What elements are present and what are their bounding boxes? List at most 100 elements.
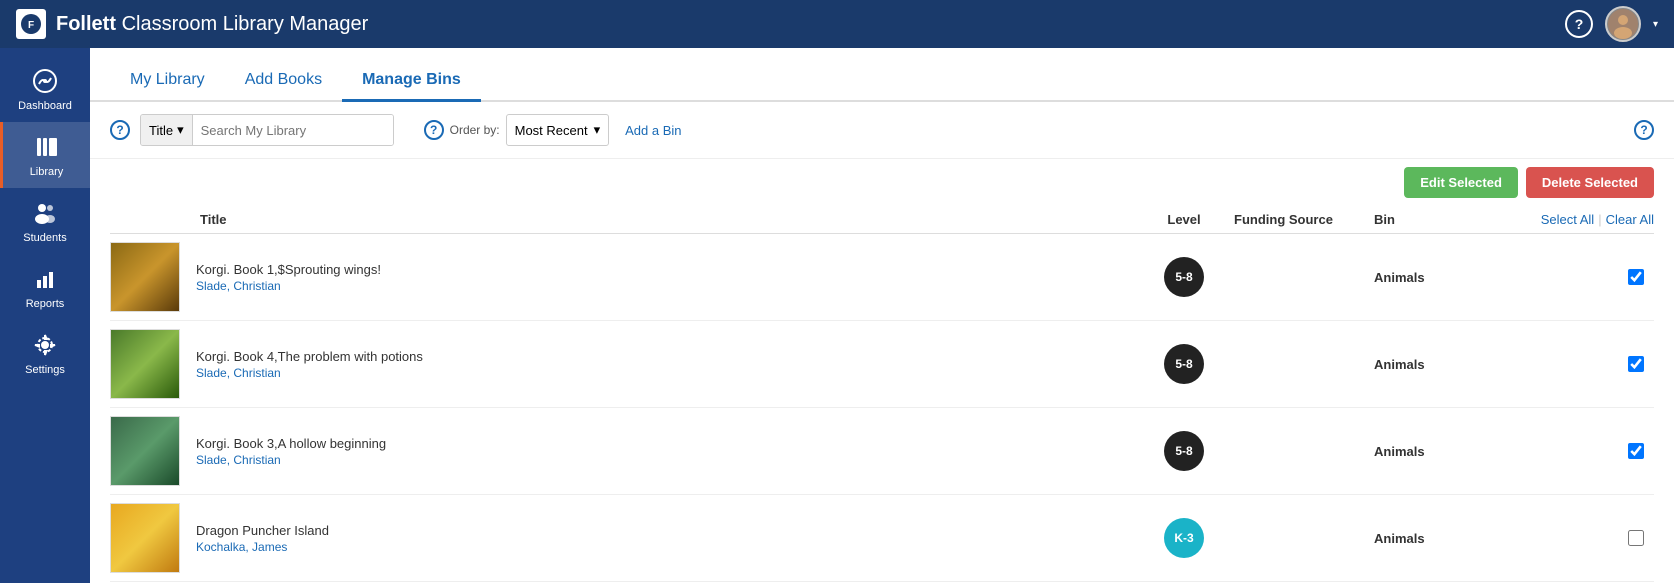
sidebar-label-dashboard: Dashboard <box>18 100 72 112</box>
level-badge-2: 5-8 <box>1164 344 1204 384</box>
book-bin-1: Animals <box>1374 270 1494 285</box>
book-info-4: Dragon Puncher Island Kochalka, James <box>196 523 1134 554</box>
book-checkbox-4[interactable] <box>1628 530 1644 546</box>
book-level-cell-2: 5-8 <box>1134 344 1234 384</box>
actions-bar: Edit Selected Delete Selected <box>90 159 1674 206</box>
header-right: ? ▾ <box>1565 6 1658 42</box>
sidebar-item-students[interactable]: Students <box>0 188 90 254</box>
content-area: My Library Add Books Manage Bins ? Title… <box>90 48 1674 583</box>
book-level-cell-4: K-3 <box>1134 518 1234 558</box>
book-info-1: Korgi. Book 1,$Sprouting wings! Slade, C… <box>196 262 1134 293</box>
book-bin-2: Animals <box>1374 357 1494 372</box>
book-author-3: Slade, Christian <box>196 453 1134 467</box>
table-help-icon[interactable]: ? <box>1634 120 1654 140</box>
pipe-divider: | <box>1598 212 1601 227</box>
book-info-3: Korgi. Book 3,A hollow beginning Slade, … <box>196 436 1134 467</box>
search-title-dropdown[interactable]: Title ▾ <box>140 114 394 146</box>
search-input[interactable] <box>193 115 393 145</box>
tab-manage-bins[interactable]: Manage Bins <box>342 61 481 102</box>
sidebar-item-library[interactable]: Library <box>0 122 90 188</box>
add-bin-link[interactable]: Add a Bin <box>625 123 681 138</box>
book-checkbox-1[interactable] <box>1628 269 1644 285</box>
title-dropdown-arrow: ▾ <box>177 122 184 138</box>
col-header-title: Title <box>110 212 1134 227</box>
brand-name: Follett Classroom Library Manager <box>56 13 368 36</box>
book-checkbox-cell-3 <box>1494 443 1654 459</box>
order-by-label: Order by: <box>450 123 500 137</box>
table-row: Korgi. Book 4,The problem with potions S… <box>110 321 1654 408</box>
order-dropdown-arrow: ▾ <box>594 122 601 138</box>
svg-text:F: F <box>28 20 34 31</box>
col-header-bin: Bin <box>1374 212 1494 227</box>
title-dropdown-label: Title <box>149 123 173 138</box>
book-checkbox-cell-1 <box>1494 269 1654 285</box>
order-section: ? Order by: Most Recent ▾ Add a Bin <box>424 114 682 146</box>
sidebar-label-reports: Reports <box>26 298 65 310</box>
user-dropdown-arrow[interactable]: ▾ <box>1653 19 1658 30</box>
table-header: Title Level Funding Source Bin Select Al… <box>110 206 1654 234</box>
book-level-cell-1: 5-8 <box>1134 257 1234 297</box>
book-checkbox-cell-4 <box>1494 530 1654 546</box>
follett-logo: F <box>16 9 46 39</box>
sidebar: Dashboard Library <box>0 48 90 583</box>
book-info-2: Korgi. Book 4,The problem with potions S… <box>196 349 1134 380</box>
settings-icon <box>30 330 60 360</box>
edit-selected-button[interactable]: Edit Selected <box>1404 167 1518 198</box>
brand: F Follett Classroom Library Manager <box>16 9 368 39</box>
top-header: F Follett Classroom Library Manager ? ▾ <box>0 0 1674 48</box>
book-cover-4 <box>110 503 180 573</box>
select-all-link[interactable]: Select All <box>1541 212 1594 227</box>
tabs: My Library Add Books Manage Bins <box>90 48 1674 102</box>
sidebar-item-settings[interactable]: Settings <box>0 320 90 386</box>
reports-icon <box>30 264 60 294</box>
book-checkbox-3[interactable] <box>1628 443 1644 459</box>
user-avatar[interactable] <box>1605 6 1641 42</box>
sidebar-label-students: Students <box>23 232 66 244</box>
tab-my-library[interactable]: My Library <box>110 61 225 102</box>
order-dropdown-value: Most Recent <box>515 123 588 138</box>
book-title-1: Korgi. Book 1,$Sprouting wings! <box>196 262 1134 277</box>
delete-selected-button[interactable]: Delete Selected <box>1526 167 1654 198</box>
col-header-level: Level <box>1134 212 1234 227</box>
book-cover-2 <box>110 329 180 399</box>
book-checkbox-cell-2 <box>1494 356 1654 372</box>
book-author-1: Slade, Christian <box>196 279 1134 293</box>
book-level-cell-3: 5-8 <box>1134 431 1234 471</box>
sidebar-label-settings: Settings <box>25 364 65 376</box>
library-icon <box>32 132 62 162</box>
order-dropdown[interactable]: Most Recent ▾ <box>506 114 610 146</box>
header-help-icon[interactable]: ? <box>1565 10 1593 38</box>
book-title-2: Korgi. Book 4,The problem with potions <box>196 349 1134 364</box>
book-cover-1 <box>110 242 180 312</box>
sidebar-label-library: Library <box>30 166 64 178</box>
book-title-4: Dragon Puncher Island <box>196 523 1134 538</box>
book-checkbox-2[interactable] <box>1628 356 1644 372</box>
book-bin-4: Animals <box>1374 531 1494 546</box>
order-help-icon[interactable]: ? <box>424 120 444 140</box>
right-help-area: ? <box>1634 120 1654 140</box>
table-row: Dragon Puncher Island Kochalka, James K-… <box>110 495 1654 582</box>
tab-add-books[interactable]: Add Books <box>225 61 342 102</box>
clear-all-link[interactable]: Clear All <box>1606 212 1654 227</box>
level-badge-4: K-3 <box>1164 518 1204 558</box>
book-cover-3 <box>110 416 180 486</box>
search-bar: ? Title ▾ ? Order by: Most Recent ▾ Add … <box>90 102 1674 159</box>
sidebar-item-dashboard[interactable]: Dashboard <box>0 56 90 122</box>
table-row: Korgi. Book 3,A hollow beginning Slade, … <box>110 408 1654 495</box>
level-badge-1: 5-8 <box>1164 257 1204 297</box>
students-icon <box>30 198 60 228</box>
book-author-2: Slade, Christian <box>196 366 1134 380</box>
book-title-3: Korgi. Book 3,A hollow beginning <box>196 436 1134 451</box>
book-bin-3: Animals <box>1374 444 1494 459</box>
table-container: Title Level Funding Source Bin Select Al… <box>90 206 1674 583</box>
table-row: Korgi. Book 1,$Sprouting wings! Slade, C… <box>110 234 1654 321</box>
search-help-icon[interactable]: ? <box>110 120 130 140</box>
book-author-4: Kochalka, James <box>196 540 1134 554</box>
col-header-funding: Funding Source <box>1234 212 1374 227</box>
sidebar-item-reports[interactable]: Reports <box>0 254 90 320</box>
col-header-actions: Select All | Clear All <box>1494 212 1654 227</box>
level-badge-3: 5-8 <box>1164 431 1204 471</box>
title-dropdown-button[interactable]: Title ▾ <box>141 115 193 145</box>
dashboard-icon <box>30 66 60 96</box>
main-layout: Dashboard Library <box>0 48 1674 583</box>
